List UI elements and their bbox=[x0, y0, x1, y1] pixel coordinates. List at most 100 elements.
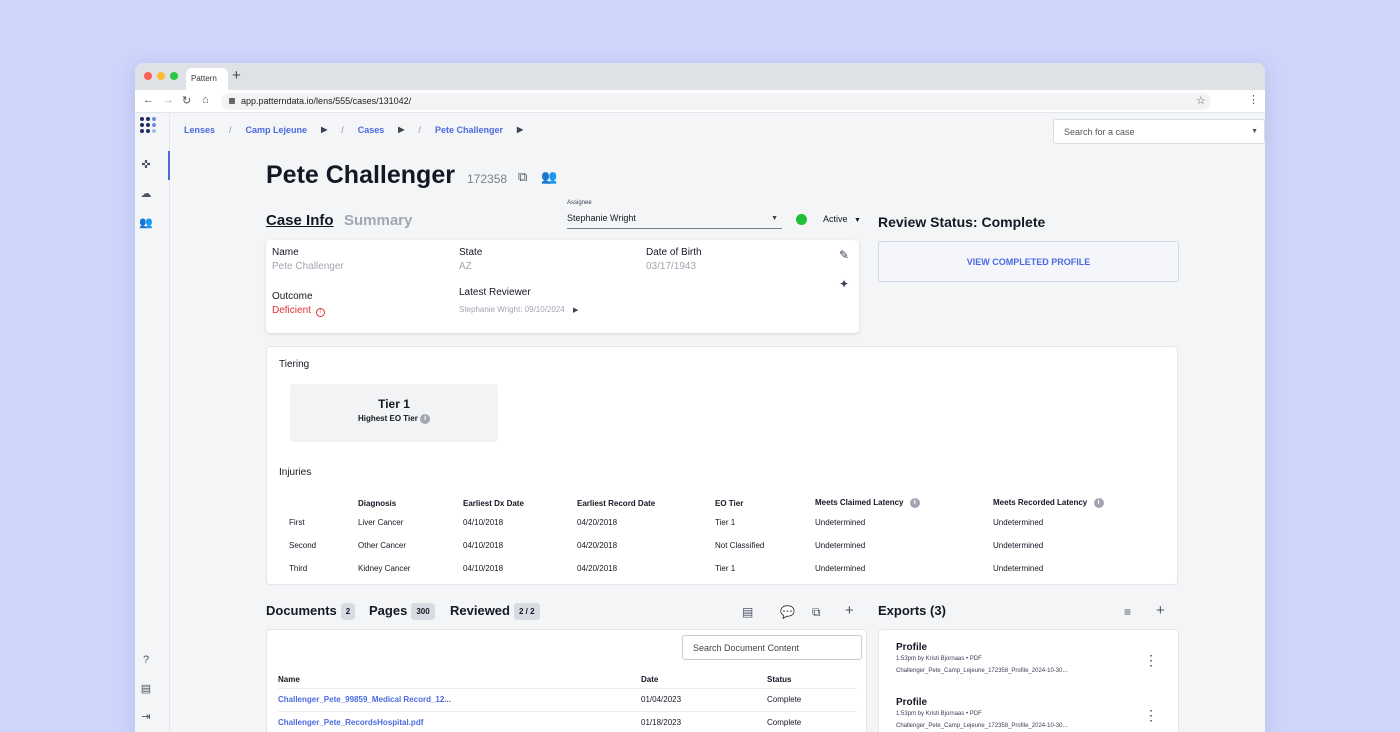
table-row[interactable]: Second Other Cancer 04/10/2018 04/20/201… bbox=[279, 534, 1163, 557]
documents-count[interactable]: Documents 2 bbox=[266, 603, 356, 621]
help-icon[interactable]: ? bbox=[139, 653, 153, 667]
sparkle-icon[interactable]: ✦ bbox=[839, 277, 849, 291]
info-icon[interactable]: i bbox=[1093, 498, 1104, 508]
view-completed-profile-button[interactable]: VIEW COMPLETED PROFILE bbox=[878, 241, 1179, 282]
browser-tab[interactable]: Pattern bbox=[186, 68, 228, 90]
logout-icon[interactable]: ⇥ bbox=[139, 710, 153, 724]
pattern-logo[interactable] bbox=[140, 117, 156, 133]
add-icon[interactable]: + bbox=[845, 602, 854, 619]
injuries-table: Diagnosis Earliest Dx Date Earliest Reco… bbox=[279, 495, 1163, 580]
tier-box: Tier 1 Highest EO Tier i bbox=[290, 384, 498, 442]
cell: Second bbox=[289, 541, 317, 550]
tiering-card: Tiering Tier 1 Highest EO Tier i Injurie… bbox=[266, 346, 1178, 585]
breadcrumb-lenses[interactable]: Lenses bbox=[184, 125, 215, 135]
more-options-icon[interactable]: ⋮ bbox=[1144, 707, 1158, 724]
cell: Undetermined bbox=[815, 541, 866, 550]
url-field[interactable]: app.patterndata.io/lens/555/cases/131042… bbox=[221, 93, 1211, 110]
status-select[interactable]: Active ▼ bbox=[823, 214, 861, 224]
review-status-title: Review Status: Complete bbox=[878, 214, 1046, 230]
book-icon[interactable]: ▤ bbox=[139, 682, 153, 696]
info-icon[interactable]: i bbox=[420, 414, 431, 424]
breadcrumb-camp-lejeune[interactable]: Camp Lejeune bbox=[246, 125, 308, 135]
browser-menu-icon[interactable]: ⋮ bbox=[1248, 93, 1259, 106]
copy-icon[interactable]: ⧉ bbox=[518, 169, 527, 185]
reviewer-field: Latest Reviewer Stephanie Wright: 09/10/… bbox=[459, 287, 578, 314]
export-item[interactable]: Profile 1:53pm by Kristi Bjornaas • PDF … bbox=[896, 697, 1067, 729]
chevron-right-icon[interactable]: ▶ bbox=[398, 125, 404, 135]
pencil-icon[interactable]: ✎ bbox=[839, 248, 849, 262]
column-header: Earliest Record Date bbox=[577, 498, 656, 508]
close-window-button[interactable] bbox=[144, 72, 152, 80]
page-title: Pete Challenger bbox=[266, 161, 455, 189]
chevron-right-icon[interactable]: ▶ bbox=[321, 125, 327, 135]
column-header: Meets Claimed Latency i bbox=[815, 495, 993, 511]
dob-label: Date of Birth bbox=[646, 247, 702, 258]
cell: Complete bbox=[767, 687, 857, 711]
info-icon[interactable]: i bbox=[909, 498, 920, 508]
open-external-icon[interactable]: ⧉ bbox=[812, 605, 821, 620]
users-icon[interactable]: 👥 bbox=[139, 216, 153, 230]
case-search-input[interactable]: Search for a case ▼ bbox=[1053, 119, 1265, 144]
cell: Undetermined bbox=[815, 564, 866, 573]
document-link[interactable]: Challenger_Pete_99859_Medical Record_12.… bbox=[278, 687, 641, 711]
status-value: Active bbox=[823, 214, 848, 224]
home-icon[interactable]: ⌂ bbox=[202, 94, 209, 106]
lock-icon bbox=[229, 98, 235, 104]
breadcrumb-case-name[interactable]: Pete Challenger bbox=[435, 125, 503, 135]
people-icon[interactable]: 👥 bbox=[541, 169, 557, 185]
outcome-label: Outcome bbox=[272, 291, 313, 302]
column-header bbox=[279, 495, 358, 511]
assignee-select[interactable]: Assignee Stephanie Wright ▼ bbox=[567, 200, 782, 229]
tab-summary[interactable]: Summary bbox=[344, 212, 412, 229]
cell: Tier 1 bbox=[715, 564, 736, 573]
cell: Undetermined bbox=[815, 518, 866, 527]
chevron-right-icon[interactable]: ▶ bbox=[517, 125, 523, 135]
cell: 04/20/2018 bbox=[577, 541, 618, 550]
add-export-icon[interactable]: + bbox=[1156, 602, 1165, 619]
documents-label: Documents bbox=[266, 603, 337, 618]
breadcrumb-cases[interactable]: Cases bbox=[358, 125, 385, 135]
forward-icon[interactable]: → bbox=[163, 94, 174, 106]
column-header: EO Tier bbox=[715, 498, 744, 508]
tab-case-info[interactable]: Case Info bbox=[266, 212, 334, 229]
document-list-icon[interactable]: ▤ bbox=[742, 605, 753, 619]
table-row[interactable]: First Liver Cancer 04/10/2018 04/20/2018… bbox=[279, 511, 1163, 534]
table-row[interactable]: Challenger_Pete_99859_Medical Record_12.… bbox=[278, 687, 857, 711]
filter-icon[interactable]: ≡ bbox=[1124, 605, 1131, 619]
cell: 01/04/2023 bbox=[641, 687, 767, 711]
document-link[interactable]: Challenger_Pete_RecordsHospital.pdf bbox=[278, 710, 641, 732]
cell: 04/10/2018 bbox=[463, 541, 504, 550]
reload-icon[interactable]: ↻ bbox=[182, 94, 191, 107]
chevron-right-icon[interactable]: ▶ bbox=[573, 307, 578, 314]
dropdown-caret-icon: ▼ bbox=[854, 217, 861, 224]
more-options-icon[interactable]: ⋮ bbox=[1144, 652, 1158, 669]
minimize-window-button[interactable] bbox=[157, 72, 165, 80]
pages-count[interactable]: Pages 300 bbox=[369, 603, 435, 621]
table-row[interactable]: Challenger_Pete_RecordsHospital.pdf 01/1… bbox=[278, 710, 857, 732]
bookmark-star-icon[interactable]: ☆ bbox=[1196, 94, 1206, 107]
new-tab-button[interactable]: + bbox=[232, 67, 241, 84]
injuries-label: Injuries bbox=[279, 467, 312, 478]
case-search-placeholder: Search for a case bbox=[1064, 127, 1135, 137]
dob-field: Date of Birth 03/17/1943 bbox=[646, 247, 702, 272]
back-icon[interactable]: ← bbox=[143, 94, 154, 106]
active-indicator bbox=[168, 151, 170, 180]
comment-icon[interactable]: 💬 bbox=[780, 605, 795, 619]
maximize-window-button[interactable] bbox=[170, 72, 178, 80]
cell: Undetermined bbox=[993, 541, 1044, 550]
export-item[interactable]: Profile 1:53pm by Kristi Bjornaas • PDF … bbox=[896, 642, 1067, 674]
state-label: State bbox=[459, 247, 483, 258]
document-search-input[interactable]: Search Document Content bbox=[682, 635, 862, 660]
export-name: Profile bbox=[896, 697, 928, 708]
tab-strip: Pattern + bbox=[135, 63, 1265, 90]
cloud-upload-icon[interactable]: ☁ bbox=[139, 187, 153, 201]
tier-value: Tier 1 bbox=[378, 397, 410, 411]
column-header: Earliest Dx Date bbox=[463, 498, 524, 508]
reviewed-count[interactable]: Reviewed 2 / 2 bbox=[450, 603, 540, 621]
table-header-row: Diagnosis Earliest Dx Date Earliest Reco… bbox=[279, 495, 1163, 511]
table-row[interactable]: Third Kidney Cancer 04/10/2018 04/20/201… bbox=[279, 557, 1163, 580]
documents-card: Search Document Content Name Date Status… bbox=[266, 629, 867, 732]
dropdown-caret-icon: ▼ bbox=[1251, 128, 1258, 135]
lenses-icon[interactable]: ✜ bbox=[139, 158, 153, 172]
browser-window: Pattern + ← → ↻ ⌂ app.patterndata.io/len… bbox=[135, 63, 1265, 732]
